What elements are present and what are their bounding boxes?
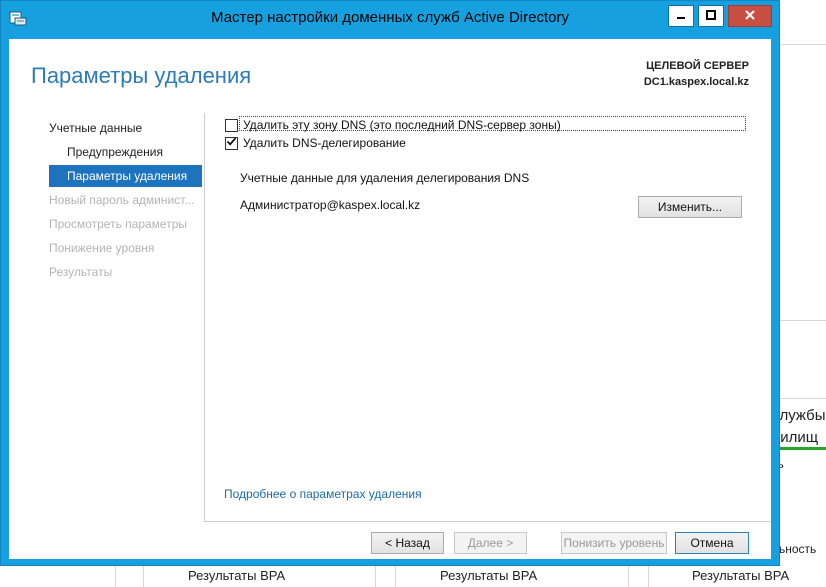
nav-item-results: Результаты [49,265,113,279]
background-divider [780,398,826,399]
credentials-user: Администратор@kaspex.local.kz [240,198,421,212]
nav-item-new-password: Новый пароль админист... [49,193,195,207]
wizard-client-area: Параметры удаления ЦЕЛЕВОЙ СЕРВЕР DC1.ka… [9,39,771,559]
credentials-title: Учетные данные для удаления делегировани… [240,171,530,185]
demote-button: Понизить уровень [561,532,667,554]
remove-dns-delegation-label: Удалить DNS-делегирование [243,136,406,150]
close-icon [744,9,756,24]
nav-item-demotion: Понижение уровня [49,241,155,255]
nav-item-review-options: Просмотреть параметры [49,217,187,231]
nav-item-credentials[interactable]: Учетные данные [49,117,202,139]
background-tile-title: службы [772,407,826,424]
nav-item-warnings[interactable]: Предупреждения [49,141,202,163]
background-bpa-link[interactable]: Результаты BPA [692,568,789,583]
background-bpa-link[interactable]: Результаты BPA [188,568,285,583]
maximize-icon [705,9,717,24]
background-divider [648,566,649,587]
next-button: Далее > [454,532,527,554]
target-server-label: ЦЕЛЕВОЙ СЕРВЕР [646,60,749,72]
nav-item-removal-options[interactable]: Параметры удаления [49,165,202,187]
remove-dns-delegation-checkbox[interactable] [225,136,238,150]
checkmark-icon [226,136,237,150]
cancel-button[interactable]: Отмена [675,532,749,554]
background-divider [375,566,376,587]
background-divider [143,566,144,587]
minimize-button[interactable] [668,5,694,27]
footer-divider [204,521,771,522]
wizard-window: Мастер настройки доменных служб Active D… [0,0,780,566]
change-credentials-button[interactable]: Изменить... [638,196,742,218]
target-server-name: DC1.kaspex.local.kz [643,76,749,88]
title-bar[interactable]: Мастер настройки доменных служб Active D… [1,1,779,39]
maximize-button[interactable] [698,5,724,27]
background-divider [780,320,826,321]
remove-dns-zone-label: Удалить эту зону DNS (это последний DNS-… [243,118,561,132]
background-divider [115,566,116,587]
back-button[interactable]: < Назад [371,532,444,554]
remove-dns-zone-option[interactable]: Удалить эту зону DNS (это последний DNS-… [225,117,561,133]
background-bpa-link[interactable]: Результаты BPA [440,568,537,583]
close-button[interactable] [728,5,772,27]
background-divider [395,566,396,587]
page-title: Параметры удаления [31,63,252,88]
background-divider [628,566,629,587]
minimize-icon [675,9,687,24]
remove-dns-delegation-option[interactable]: Удалить DNS-делегирование [225,135,406,151]
remove-dns-zone-checkbox[interactable] [225,118,238,132]
background-divider [780,44,826,45]
more-about-removal-options-link[interactable]: Подробнее о параметрах удаления [224,487,422,501]
nav-divider [204,113,205,521]
window-title: Мастер настройки доменных служб Active D… [211,9,569,26]
